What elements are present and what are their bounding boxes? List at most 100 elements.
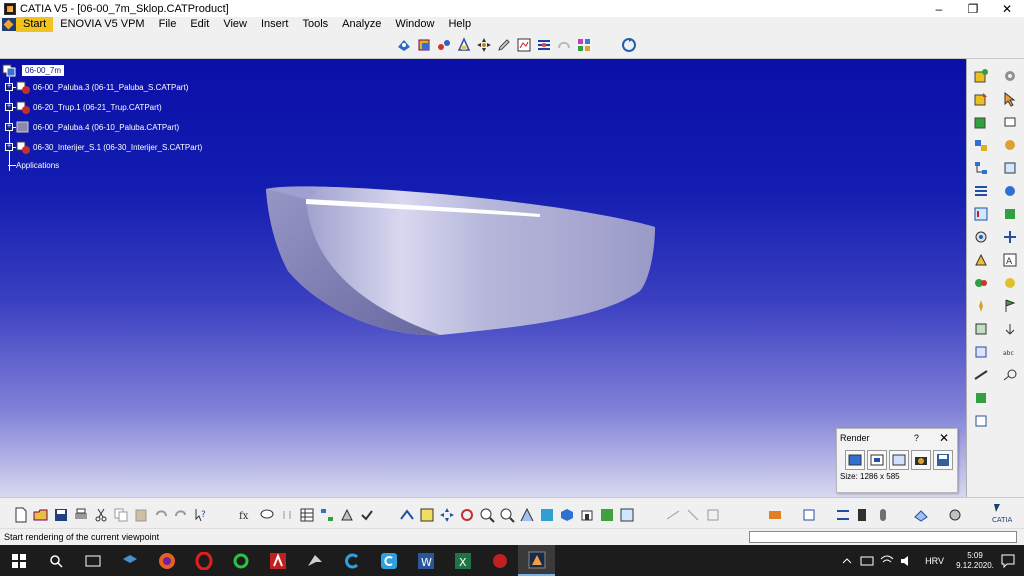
red-app-icon[interactable] <box>481 545 518 576</box>
balloon-icon[interactable] <box>1001 366 1019 384</box>
minimize-button[interactable]: – <box>922 0 956 17</box>
tree-node-label[interactable]: 06-30_Interijer_S.1 (06-30_Interijer_S.C… <box>33 143 202 152</box>
assembly-icon[interactable] <box>435 36 453 54</box>
cut-icon[interactable] <box>92 506 110 524</box>
new-component-icon[interactable] <box>972 67 990 85</box>
component-icon[interactable] <box>415 36 433 54</box>
menu-tools[interactable]: Tools <box>295 17 335 32</box>
constraint-icon[interactable] <box>535 36 553 54</box>
new-part-icon[interactable] <box>972 113 990 131</box>
numbering-icon[interactable] <box>972 205 990 223</box>
catalog-browser-icon[interactable] <box>766 506 784 524</box>
reorder-icon[interactable] <box>972 182 990 200</box>
component-catalog-icon[interactable] <box>1001 159 1019 177</box>
menu-analyze[interactable]: Analyze <box>335 17 388 32</box>
new-file-icon[interactable] <box>12 506 30 524</box>
menu-view[interactable]: View <box>216 17 254 32</box>
new-product-icon[interactable] <box>972 90 990 108</box>
redo-icon[interactable] <box>172 506 190 524</box>
menu-insert[interactable]: Insert <box>254 17 296 32</box>
arrow-down-icon[interactable] <box>1001 320 1019 338</box>
select-cursor-icon[interactable] <box>1001 90 1019 108</box>
comment-icon[interactable] <box>258 506 276 524</box>
word-icon[interactable]: W <box>407 545 444 576</box>
tools-settings-icon[interactable] <box>946 506 964 524</box>
tree-node[interactable]: + 06-20_Trup.1 (06-21_Trup.CATPart) <box>2 97 202 117</box>
copy-icon[interactable] <box>112 506 130 524</box>
expand-icon[interactable]: + <box>5 103 13 111</box>
excel-icon[interactable]: X <box>444 545 481 576</box>
apply-icon[interactable] <box>358 506 376 524</box>
swap-space-icon[interactable] <box>618 506 636 524</box>
hide-icon[interactable] <box>598 506 616 524</box>
print-icon[interactable] <box>72 506 90 524</box>
tray-expand-icon[interactable] <box>839 553 855 569</box>
render-save-icon[interactable] <box>933 450 953 470</box>
measure-item-icon[interactable] <box>684 506 702 524</box>
transform-icon[interactable] <box>1001 228 1019 246</box>
c-app-icon[interactable] <box>333 545 370 576</box>
save-icon[interactable] <box>52 506 70 524</box>
search-icon[interactable] <box>37 545 74 576</box>
table-icon[interactable] <box>298 506 316 524</box>
tree-node[interactable]: + 06-30_Interijer_S.1 (06-30_Interijer_S… <box>2 137 202 157</box>
menu-edit[interactable]: Edit <box>183 17 216 32</box>
autocad-icon[interactable] <box>259 545 296 576</box>
formula-icon[interactable]: fx <box>238 506 256 524</box>
shading-icon[interactable] <box>578 506 596 524</box>
clash-icon[interactable] <box>972 320 990 338</box>
refresh-icon[interactable] <box>620 36 638 54</box>
expand-icon[interactable]: + <box>5 143 13 151</box>
publish-icon[interactable] <box>972 412 990 430</box>
pencil-icon[interactable] <box>495 36 513 54</box>
command-input[interactable] <box>749 531 1017 543</box>
tree-root-label[interactable]: 06-00_7m <box>22 64 65 76</box>
measure-inertia-icon[interactable] <box>704 506 722 524</box>
menu-file[interactable]: File <box>152 17 184 32</box>
sync-icon[interactable] <box>222 545 259 576</box>
normal-view-icon[interactable] <box>518 506 536 524</box>
graph-icon[interactable] <box>318 506 336 524</box>
wifi-icon[interactable] <box>879 553 895 569</box>
snap-icon[interactable] <box>972 274 990 292</box>
measure-between-icon[interactable] <box>664 506 682 524</box>
notifications-icon[interactable] <box>1000 553 1016 569</box>
start-menu-icon[interactable] <box>2 18 16 31</box>
clock[interactable]: 5:09 9.12.2020. <box>952 551 998 571</box>
whats-this-icon[interactable]: ? <box>192 506 210 524</box>
graph-tree-icon[interactable] <box>972 159 990 177</box>
fly-icon[interactable] <box>398 506 416 524</box>
expand-icon[interactable]: + <box>5 83 13 91</box>
render-close-button[interactable]: ✕ <box>939 431 949 445</box>
weld-icon[interactable] <box>1001 274 1019 292</box>
tree-applications[interactable]: Applications <box>8 157 202 173</box>
text-icon[interactable]: abc <box>1001 343 1019 361</box>
replace-component-icon[interactable] <box>972 136 990 154</box>
menu-enovia[interactable]: ENOVIA V5 VPM <box>53 17 151 32</box>
distance-icon[interactable] <box>874 506 892 524</box>
task-view-icon[interactable] <box>74 545 111 576</box>
menu-window[interactable]: Window <box>388 17 441 32</box>
ccleaner-icon[interactable] <box>370 545 407 576</box>
scene-icon[interactable] <box>972 389 990 407</box>
windows-start-icon[interactable] <box>0 545 37 576</box>
3d-viewport[interactable]: 06-00_7m + 06-00_Paluba.3 (06-11_Paluba_… <box>0 59 966 497</box>
fit-all-icon[interactable] <box>418 506 436 524</box>
section-icon[interactable] <box>972 343 990 361</box>
catalog-icon[interactable] <box>515 36 533 54</box>
close-button[interactable]: ✕ <box>990 0 1024 17</box>
expand-icon[interactable]: + <box>5 123 13 131</box>
opera-icon[interactable] <box>185 545 222 576</box>
tree-node[interactable]: + 06-00_Paluba.4 (06-10_Paluba.CATPart) <box>2 117 202 137</box>
iso-view-icon[interactable] <box>558 506 576 524</box>
properties-icon[interactable] <box>1001 136 1019 154</box>
sectioning-icon[interactable] <box>834 506 852 524</box>
compass-icon[interactable] <box>800 506 818 524</box>
language-indicator[interactable]: HRV <box>925 556 944 566</box>
tree-node-label[interactable]: 06-00_Paluba.3 (06-11_Paluba_S.CATPart) <box>33 83 188 92</box>
tree-node-label[interactable]: 06-00_Paluba.4 (06-10_Paluba.CATPart) <box>33 123 179 132</box>
volume-icon[interactable] <box>899 553 915 569</box>
rotate-icon[interactable] <box>458 506 476 524</box>
zoom-out-icon[interactable] <box>498 506 516 524</box>
flag-icon[interactable] <box>1001 297 1019 315</box>
